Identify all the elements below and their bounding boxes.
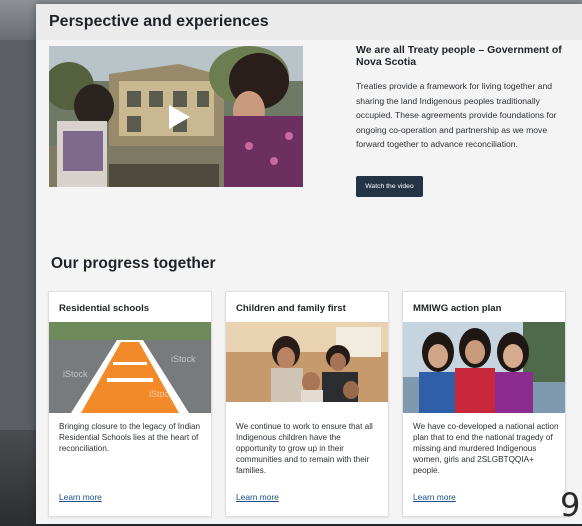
progress-section-title: Our progress together [51,255,216,272]
card-title: Children and family first [236,303,346,314]
card-text: Bringing closure to the legacy of Indian… [59,422,201,453]
card-title: Residential schools [59,303,150,314]
card-mmiwg: MMIWG action plan We have co-developed a… [402,291,566,517]
promo-body: Treaties provide a framework for living … [356,81,557,149]
card-text: We have co-developed a national action p… [413,422,559,475]
slide-number: 9 [560,486,581,524]
video-thumbnail[interactable] [49,46,303,187]
promo-title: We are all Treaty people – Government of… [356,44,562,68]
section-title: Perspective and experiences [49,13,269,30]
family-photo-image [226,322,388,413]
card-title: MMIWG action plan [413,303,502,314]
watermark-text: iStock [149,389,174,399]
card-image [403,322,565,413]
learn-more-link[interactable]: Learn more [236,492,279,502]
card-image: iStock iStock iStock [49,322,211,413]
learn-more-link[interactable]: Learn more [413,492,456,502]
web-page: Perspective and experiences We are all T… [36,4,582,524]
watch-video-button[interactable]: Watch the video [356,176,423,197]
card-text: We continue to work to ensure that all I… [236,422,373,475]
card-image [226,322,388,413]
learn-more-link[interactable]: Learn more [59,492,102,502]
orange-crosswalk-image: iStock iStock iStock [49,322,211,413]
watermark-text: iStock [171,354,196,364]
section-header-bar: Perspective and experiences [36,4,582,40]
card-children-family: Children and family first We continue to… [225,291,389,517]
play-icon[interactable] [167,104,191,130]
watermark-text: iStock [63,369,88,379]
card-residential-schools: Residential schools iStock iStock iStock… [48,291,212,517]
three-girls-image [403,322,565,413]
